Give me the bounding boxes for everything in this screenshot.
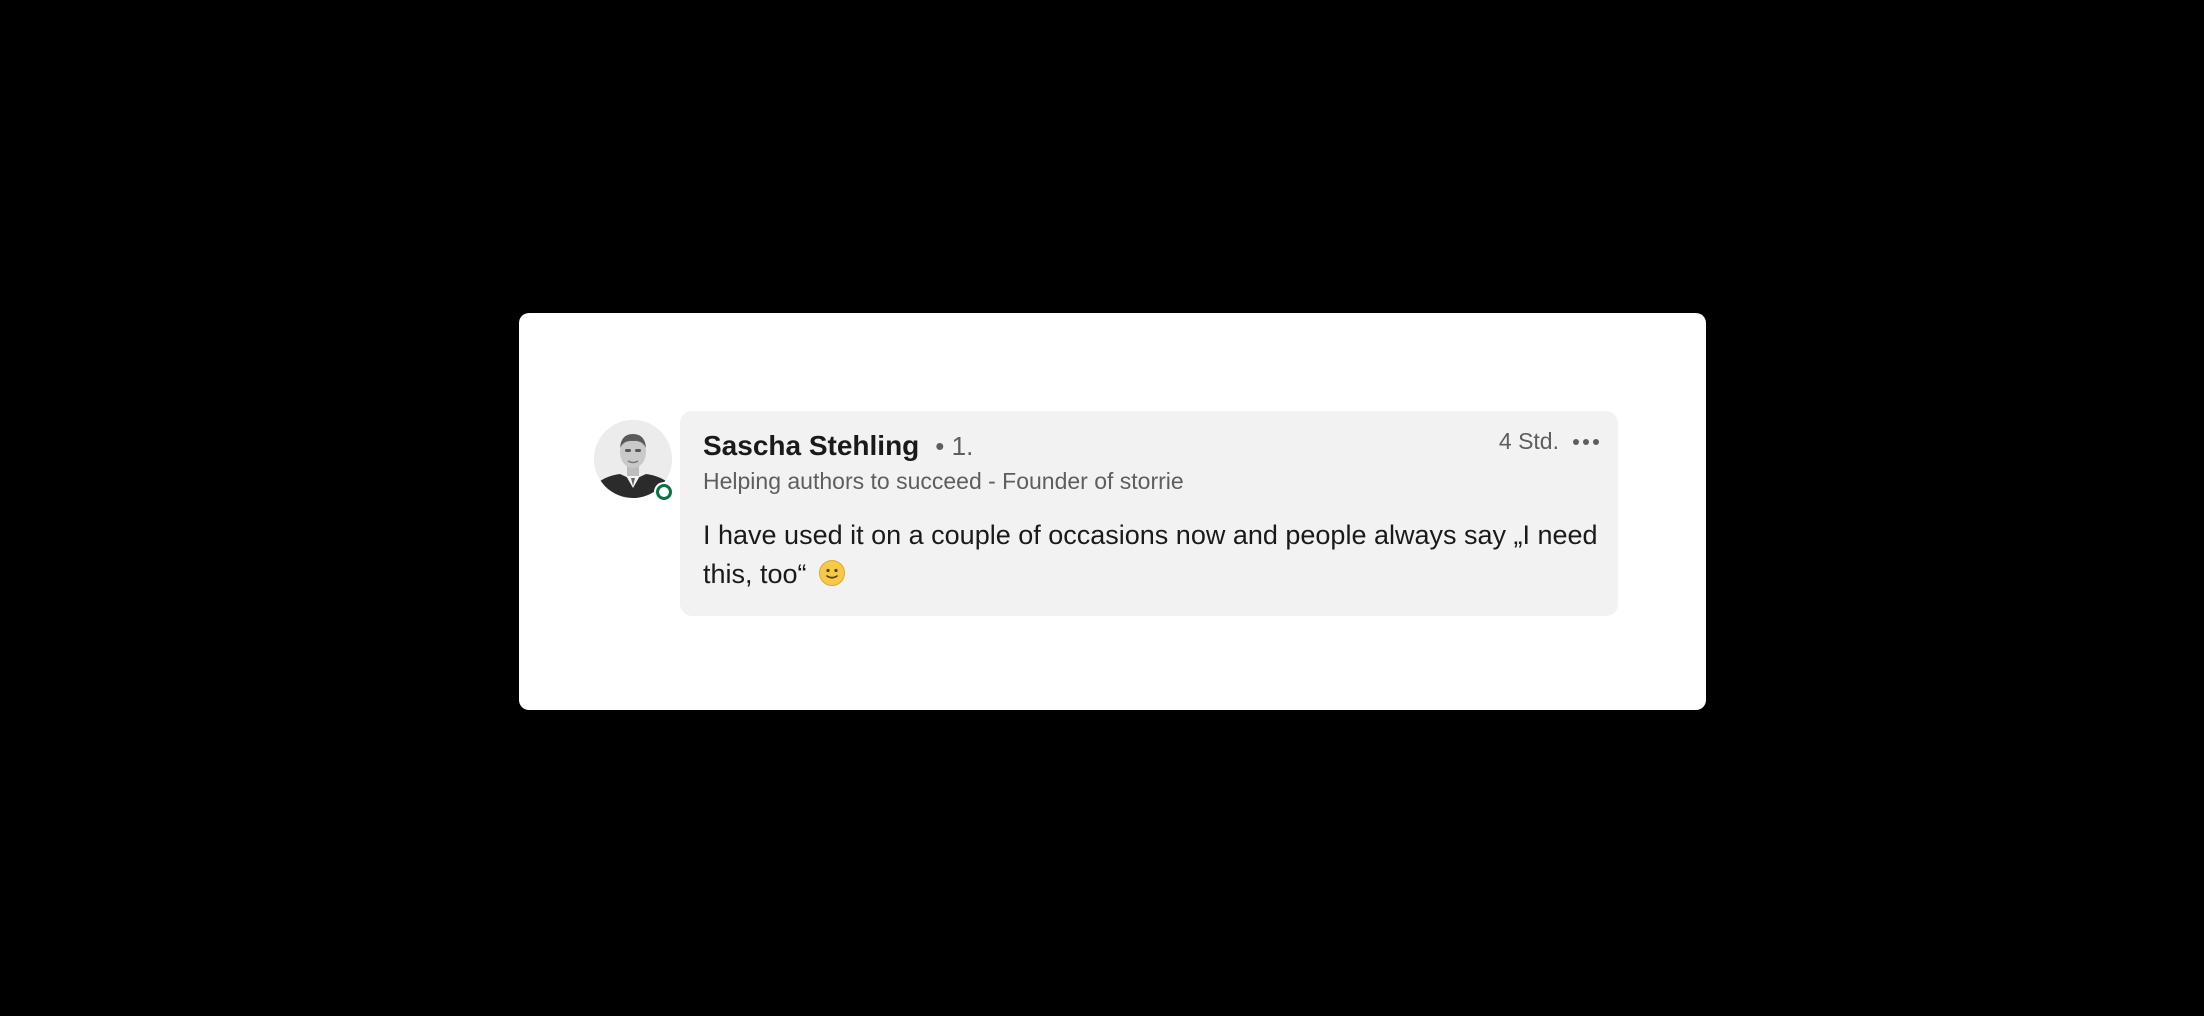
connection-degree: • 1. (935, 431, 974, 461)
author-name[interactable]: Sascha Stehling (703, 430, 919, 462)
more-options-icon (1573, 438, 1579, 445)
online-status-icon (656, 484, 672, 500)
online-status-badge (654, 482, 674, 502)
author-headline: Helping authors to succeed - Founder of … (703, 468, 1184, 494)
comment-bubble: Sascha Stehling • 1. Helping authors to … (680, 411, 1618, 616)
avatar[interactable] (594, 420, 674, 502)
comment-card: Sascha Stehling • 1. Helping authors to … (519, 313, 1706, 710)
comment-body: I have used it on a couple of occasions … (703, 516, 1603, 598)
more-options-icon (1593, 438, 1599, 445)
author-row: Sascha Stehling • 1. (703, 430, 973, 462)
more-options-icon (1583, 438, 1589, 445)
comment-meta: 4 Std. (1499, 428, 1601, 455)
slightly-smiling-face-icon (818, 559, 846, 598)
comment-timestamp: 4 Std. (1498, 428, 1559, 454)
more-options-button[interactable] (1571, 433, 1601, 451)
